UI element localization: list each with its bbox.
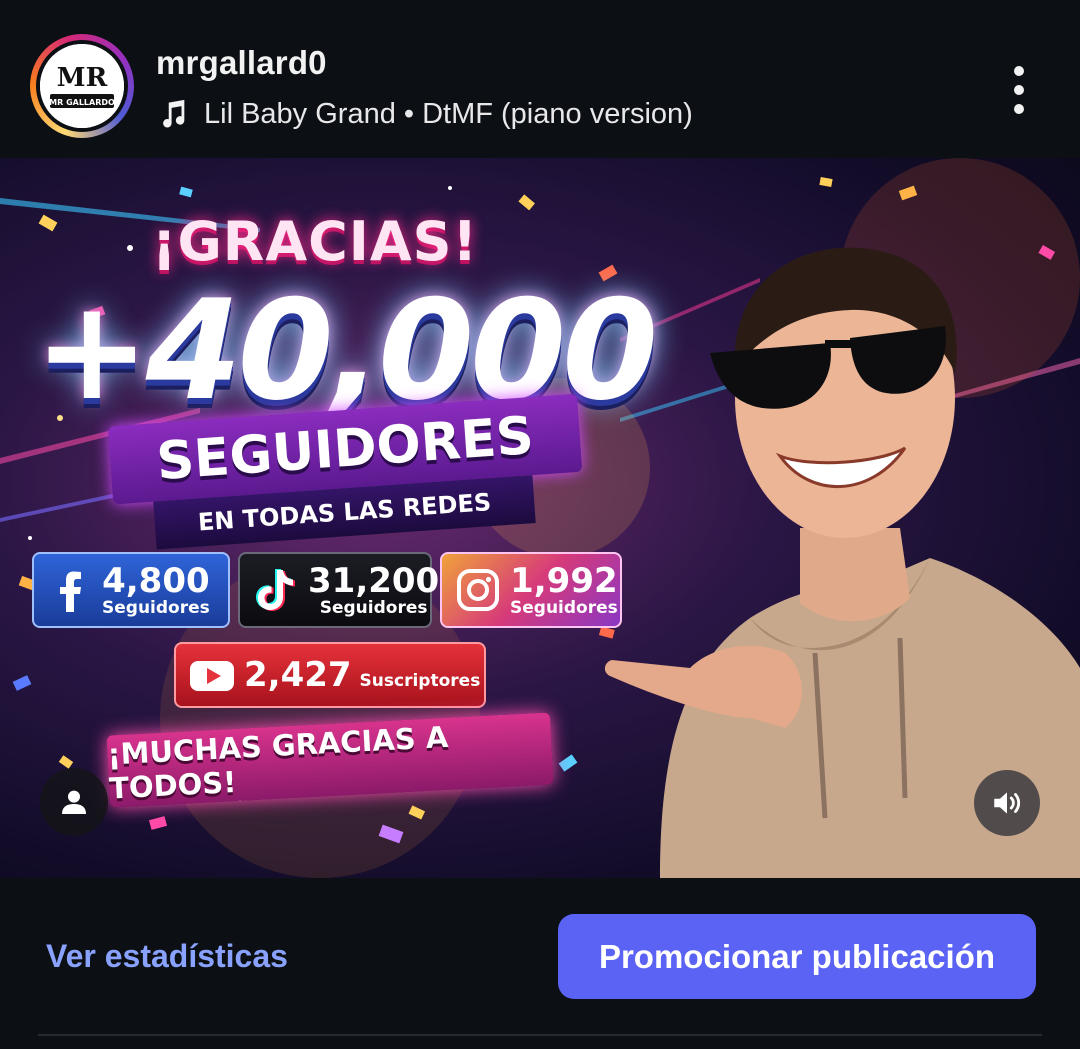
stat-card-instagram: 1,992 Seguidores	[440, 552, 622, 628]
music-attribution[interactable]: Lil Baby Grand • DtMF (piano version)	[156, 94, 693, 134]
profile-logo-icon: MR MR GALLARDO	[40, 44, 124, 128]
more-options-button[interactable]	[994, 60, 1044, 120]
instagram-icon	[457, 569, 499, 611]
divider	[38, 1034, 1042, 1036]
media-headline: ¡GRACIAS!	[151, 210, 479, 273]
avatar-logo-text: MR	[57, 63, 108, 93]
profile-avatar[interactable]: MR MR GALLARDO	[30, 34, 134, 138]
post-header: MR MR GALLARDO mrgallard0 Lil Baby Grand…	[0, 0, 1080, 158]
post-media[interactable]: ¡GRACIAS! +40,000 SEGUIDORES EN TODAS LA…	[0, 158, 1080, 878]
view-insights-link[interactable]: Ver estadísticas	[46, 938, 288, 975]
volume-icon	[994, 792, 1021, 814]
post-username[interactable]: mrgallard0	[156, 44, 327, 82]
tiktok-icon	[256, 569, 295, 611]
facebook-followers-label: Seguidores	[102, 597, 210, 618]
youtube-icon	[190, 661, 234, 691]
youtube-subscribers-label: Suscriptores	[359, 671, 481, 691]
sound-toggle-button[interactable]	[974, 770, 1040, 836]
facebook-followers-count: 4,800	[102, 560, 210, 601]
promote-post-button[interactable]: Promocionar publicación	[558, 914, 1036, 999]
stat-card-facebook: 4,800 Seguidores	[32, 552, 230, 628]
user-tag-icon	[62, 790, 86, 814]
music-track-label: Lil Baby Grand • DtMF (piano version)	[204, 97, 693, 130]
banner-sub-text: EN TODAS LAS REDES	[197, 488, 493, 537]
tagged-users-button[interactable]	[40, 768, 108, 836]
stat-card-tiktok: 31,200 Seguidores	[238, 552, 439, 628]
more-vertical-icon	[1014, 66, 1024, 76]
youtube-subscribers-count: 2,427	[244, 655, 352, 695]
avatar-logo-subtext: MR GALLARDO	[49, 98, 115, 107]
music-note-icon	[163, 99, 185, 128]
tiktok-followers-count: 31,200	[308, 560, 440, 601]
facebook-icon	[60, 571, 81, 612]
stat-card-youtube: 2,427 Suscriptores	[174, 642, 486, 708]
tiktok-followers-label: Seguidores	[319, 597, 428, 618]
